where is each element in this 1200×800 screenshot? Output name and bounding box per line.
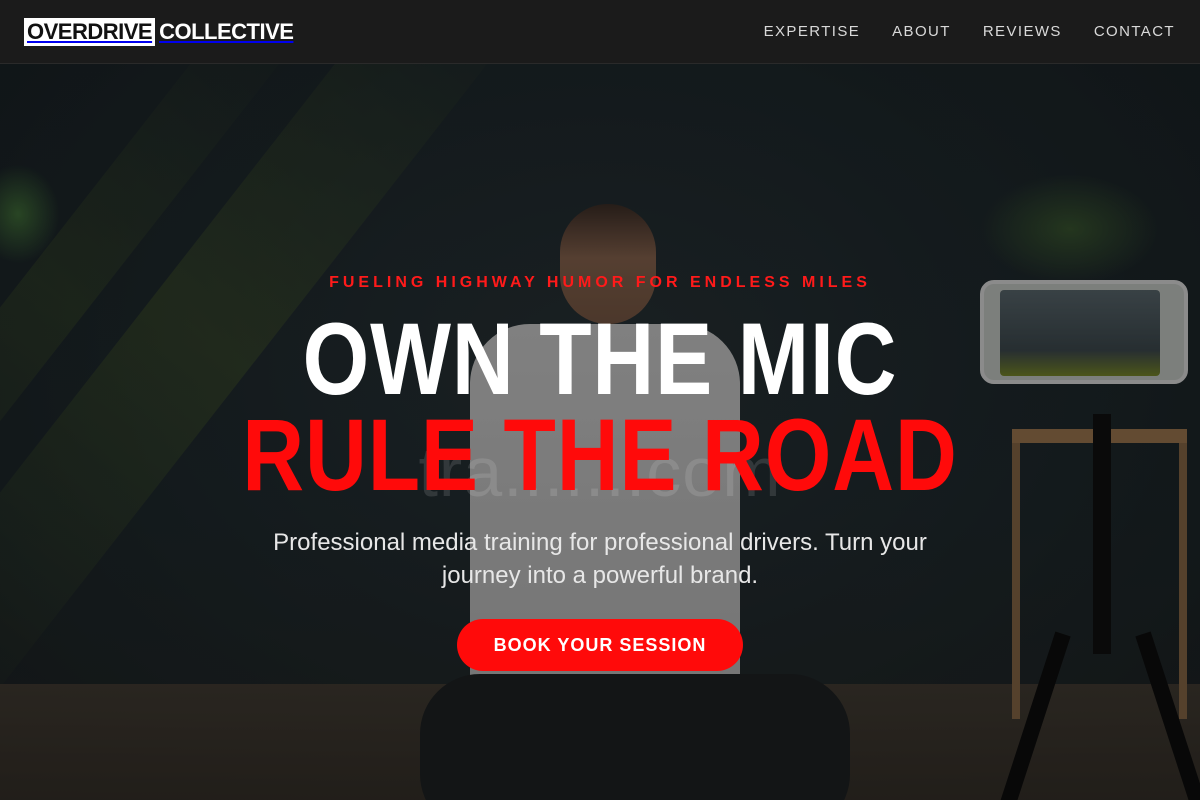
hero-content: FUELING HIGHWAY HUMOR FOR ENDLESS MILES … — [0, 64, 1200, 800]
hero-eyebrow: FUELING HIGHWAY HUMOR FOR ENDLESS MILES — [329, 274, 871, 291]
hero-subtext: Professional media training for professi… — [273, 529, 927, 589]
nav-reviews[interactable]: REVIEWS — [983, 23, 1062, 40]
nav-expertise[interactable]: EXPERTISE — [764, 23, 861, 40]
logo-overdrive: OVERDRIVE — [24, 17, 156, 46]
main-nav: EXPERTISE ABOUT REVIEWS CONTACT — [764, 23, 1176, 40]
hero-headline-line1: OWN THE MIC — [302, 302, 898, 416]
book-session-button[interactable]: BOOK YOUR SESSION — [457, 619, 743, 671]
site-header: OVERDRIVE COLLECTIVE EXPERTISE ABOUT REV… — [0, 0, 1200, 64]
logo-collective: COLLECTIVE — [159, 18, 294, 44]
nav-about[interactable]: ABOUT — [892, 23, 951, 40]
hero-headline-line2: RULE THE ROAD — [242, 398, 958, 512]
nav-contact[interactable]: CONTACT — [1094, 23, 1175, 40]
brand-logo[interactable]: OVERDRIVE COLLECTIVE — [24, 17, 294, 46]
